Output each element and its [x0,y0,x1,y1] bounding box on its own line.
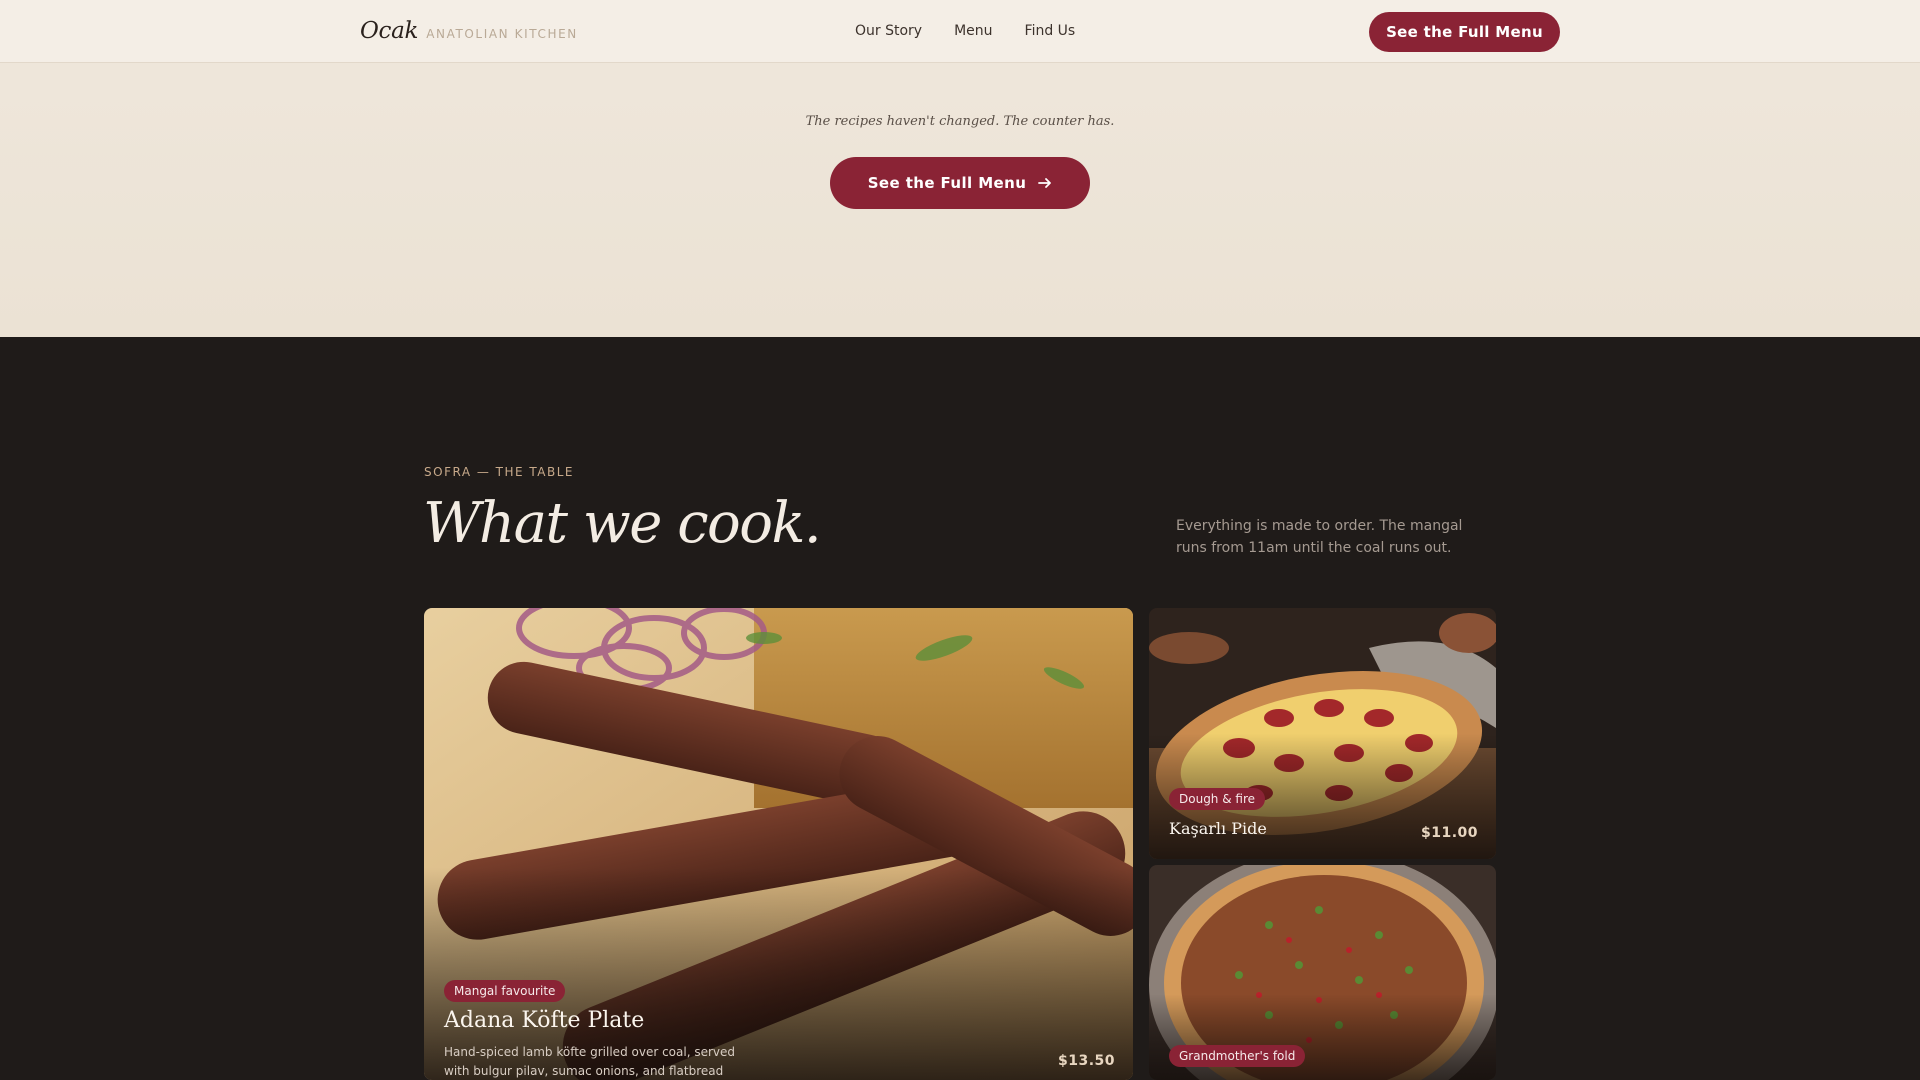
brand-name: Ocak [360,18,419,44]
menu-card-adana[interactable]: Mangal favourite Adana Köfte Plate Hand-… [424,608,1133,1080]
price-pide: $11.00 [1421,825,1479,841]
card-desc-adana: Hand-spiced lamb köfte grilled over coal… [444,1045,735,1078]
section-eyebrow: SOFRA — THE TABLE [424,465,575,479]
brand-tagline: ANATOLIAN KITCHEN [426,27,578,41]
hero-full-menu-button[interactable]: See the Full Menu [830,157,1090,209]
nav-link-our-story[interactable]: Our Story [855,23,922,39]
nav-link-find-us[interactable]: Find Us [1025,23,1076,39]
hero-section: Ocak ANATOLIAN KITCHEN Our Story Menu Fi… [0,0,1920,337]
menu-card-pide[interactable]: Dough & fire Kaşarlı Pide $11.00 [1149,608,1496,859]
nav-full-menu-button[interactable]: See the Full Menu [1369,12,1560,52]
section-title: What we cook. [423,491,822,556]
brand-logo[interactable]: Ocak ANATOLIAN KITCHEN [360,18,578,44]
card-title-adana: Adana Köfte Plate [444,1008,645,1033]
badge-grandmothers-fold: Grandmother's fold [1169,1045,1306,1067]
price-adana: $13.50 [1058,1053,1116,1069]
navbar: Ocak ANATOLIAN KITCHEN Our Story Menu Fi… [0,0,1920,63]
badge-mangal-favourite: Mangal favourite [444,980,566,1002]
nav-link-menu[interactable]: Menu [954,23,992,39]
menu-section: SOFRA — THE TABLE What we cook. Everythi… [0,337,1920,1080]
arrow-right-icon [1038,178,1052,188]
hero-full-menu-label: See the Full Menu [867,174,1027,192]
card-title-pide: Kaşarlı Pide [1169,819,1267,838]
menu-card-grandmothers-fold[interactable]: Grandmother's fold [1149,865,1496,1080]
section-description: Everything is made to order. The mangal … [1176,518,1463,556]
hero-tagline: The recipes haven't changed. The counter… [805,114,1115,129]
nav-full-menu-label: See the Full Menu [1386,23,1543,41]
badge-dough-and-fire: Dough & fire [1169,788,1266,810]
nav-links: Our Story Menu Find Us [855,23,1075,39]
